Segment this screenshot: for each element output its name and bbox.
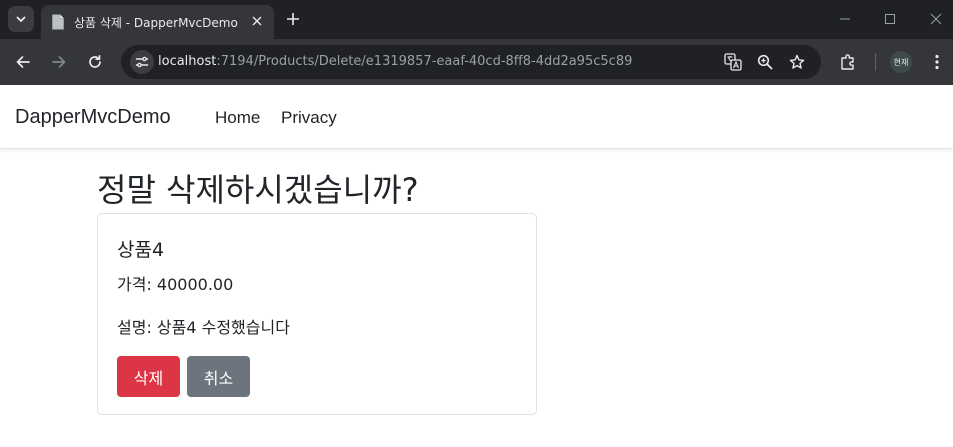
- reload-icon: [89, 54, 101, 68]
- site-info-icon: [135, 56, 149, 68]
- menu-icon: [935, 54, 939, 70]
- profile-avatar[interactable]: 현재: [890, 51, 912, 73]
- new-tab-button[interactable]: [283, 9, 303, 29]
- browser-tab-strip: 상품 삭제 - DapperMvcDemo: [0, 0, 953, 39]
- nav-link-privacy[interactable]: Privacy: [281, 108, 337, 128]
- page-icon: [52, 14, 64, 30]
- site-navbar: DapperMvcDemo Home Privacy: [0, 86, 953, 149]
- translate-icon: [724, 53, 742, 71]
- product-card: 상품4 가격: 40000.00 설명: 상품4 수정했습니다 삭제 취소: [97, 213, 537, 415]
- browser-menu-button[interactable]: [926, 51, 948, 73]
- navbar-brand[interactable]: DapperMvcDemo: [15, 106, 171, 129]
- product-description: 설명: 상품4 수정했습니다: [117, 318, 290, 337]
- star-icon: [789, 54, 805, 69]
- tab-title: 상품 삭제 - DapperMvcDemo: [74, 16, 238, 30]
- site-info-button[interactable]: [130, 50, 154, 74]
- close-window-button[interactable]: [924, 8, 948, 30]
- extensions-icon: [841, 54, 854, 70]
- nav-link-home[interactable]: Home: [215, 108, 260, 128]
- browser-toolbar: localhost:7194/Products/Delete/e1319857-…: [0, 39, 953, 85]
- cancel-button[interactable]: 취소: [187, 356, 250, 397]
- toolbar-divider: [875, 53, 876, 71]
- close-window-icon: [930, 13, 942, 25]
- plus-icon: [287, 13, 299, 25]
- tab-close-button[interactable]: [248, 12, 266, 30]
- reload-button[interactable]: [83, 50, 107, 74]
- delete-button[interactable]: 삭제: [117, 356, 180, 397]
- tab-search-button[interactable]: [8, 6, 34, 32]
- extensions-button[interactable]: [837, 51, 859, 73]
- url-host: localhost: [158, 54, 217, 69]
- back-icon: [16, 56, 30, 68]
- product-price: 가격: 40000.00: [117, 275, 234, 294]
- minimize-icon: [840, 18, 850, 20]
- forward-button[interactable]: [47, 50, 71, 74]
- page-title: 정말 삭제하시겠습니까?: [97, 171, 419, 209]
- chevron-down-icon: [16, 16, 26, 22]
- browser-tab-active[interactable]: 상품 삭제 - DapperMvcDemo: [41, 5, 274, 39]
- close-icon: [252, 16, 262, 26]
- back-button[interactable]: [11, 50, 35, 74]
- translate-button[interactable]: [723, 52, 743, 72]
- maximize-button[interactable]: [878, 8, 902, 30]
- minimize-button[interactable]: [833, 8, 857, 30]
- address-bar[interactable]: localhost:7194/Products/Delete/e1319857-…: [121, 45, 821, 79]
- zoom-icon: [757, 54, 773, 70]
- zoom-button[interactable]: [755, 52, 775, 72]
- url-path: :7194/Products/Delete/e1319857-eaaf-40cd…: [216, 54, 633, 69]
- product-name: 상품4: [117, 239, 165, 261]
- forward-icon: [52, 56, 66, 68]
- maximize-icon: [885, 14, 895, 24]
- url-text[interactable]: localhost:7194/Products/Delete/e1319857-…: [158, 54, 632, 69]
- bookmark-button[interactable]: [787, 52, 807, 72]
